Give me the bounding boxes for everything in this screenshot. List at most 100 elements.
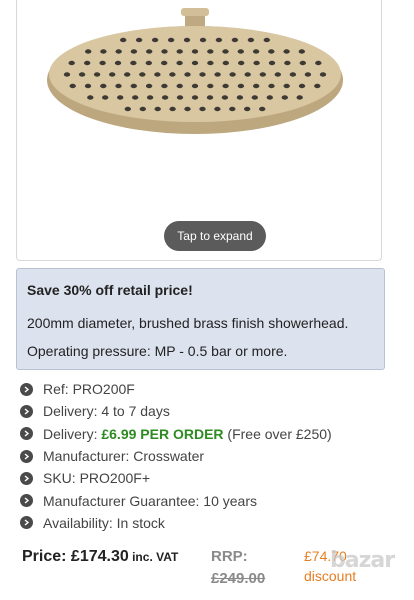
nozzle-hole — [296, 95, 303, 100]
nozzle-hole — [99, 60, 106, 66]
product-details-list: Ref: PRO200F Delivery: 4 to 7 days Deliv… — [20, 378, 332, 534]
detail-manufacturer: Manufacturer: Crosswater — [20, 445, 332, 467]
rrp-value: £249.00 — [211, 570, 266, 587]
nozzle-hole — [268, 49, 275, 54]
nozzle-hole — [252, 49, 260, 54]
nozzle-hole — [229, 72, 236, 77]
nozzle-hole — [102, 95, 109, 100]
nozzle-hole — [130, 60, 137, 66]
nozzle-hole — [207, 49, 214, 54]
nozzle-hole — [247, 37, 255, 43]
nozzle-hole — [93, 72, 101, 77]
nozzle-hole — [114, 60, 122, 66]
nozzle-hole — [145, 60, 152, 66]
promo-box: Save 30% off retail price! 200mm diamete… — [16, 268, 385, 370]
nozzle-hole — [146, 95, 154, 100]
nozzle-hole — [222, 83, 229, 89]
detail-delivery-time-text: Delivery: 4 to 7 days — [43, 403, 170, 420]
nozzle-hole — [191, 95, 199, 100]
nozzle-hole — [154, 106, 161, 112]
nozzle-hole — [244, 106, 251, 112]
detail-manufacturer-text: Manufacturer: Crosswater — [43, 448, 205, 465]
nozzle-hole — [299, 60, 306, 66]
nozzle-hole — [145, 83, 153, 89]
nozzle-hole — [304, 72, 312, 77]
nozzle-hole — [236, 95, 244, 100]
nozzle-hole — [132, 95, 139, 100]
nozzle-hole — [222, 60, 229, 66]
nozzle-hole — [222, 49, 229, 54]
nozzle-hole — [199, 106, 206, 112]
nozzle-hole — [253, 83, 260, 89]
detail-guarantee: Manufacturer Guarantee: 10 years — [20, 489, 332, 511]
nozzle-hole — [221, 95, 229, 100]
detail-ref: Ref: PRO200F — [20, 378, 332, 400]
chevron-right-circle-icon — [20, 449, 33, 463]
nozzle-hole — [268, 60, 276, 66]
nozzle-hole — [231, 37, 239, 43]
nozzle-hole — [215, 37, 223, 43]
detail-delivery-cost: Delivery: £6.99 PER ORDER (Free over £25… — [20, 423, 332, 445]
nozzle-hole — [191, 83, 199, 89]
nozzle-hole — [87, 95, 94, 100]
nozzle-hole — [199, 37, 207, 43]
nozzle-hole — [207, 60, 214, 66]
nozzle-hole — [283, 83, 290, 89]
nozzle-hole — [167, 37, 175, 43]
nozzle-hole — [176, 95, 184, 100]
nozzle-hole — [259, 106, 266, 112]
detail-guarantee-text: Manufacturer Guarantee: 10 years — [43, 492, 258, 509]
nozzle-hole — [146, 49, 153, 54]
nozzle-hole — [85, 49, 92, 54]
nozzle-hole — [120, 37, 127, 43]
nozzle-hole — [130, 49, 138, 54]
nozzle-hole — [289, 72, 297, 77]
nozzle-hole — [283, 49, 290, 54]
nozzle-hole — [139, 72, 146, 77]
nozzle-hole — [124, 106, 131, 112]
promo-description: 200mm diameter, brushed brass finish sho… — [27, 315, 349, 331]
showerhead-image — [47, 8, 343, 134]
detail-delivery-suffix: (Free over £250) — [223, 425, 332, 442]
nozzle-hole — [259, 72, 266, 77]
nozzle-hole — [253, 60, 260, 66]
nozzle-hole — [161, 95, 169, 100]
price-vat: inc. VAT — [128, 550, 179, 564]
chevron-right-circle-icon — [20, 494, 33, 508]
detail-sku: SKU: PRO200F+ — [20, 467, 332, 489]
nozzle-hole — [151, 37, 159, 43]
nozzle-hole — [78, 72, 86, 77]
nozzle-hole — [183, 37, 191, 43]
detail-ref-text: Ref: PRO200F — [43, 381, 135, 398]
nozzle-hole — [176, 60, 183, 66]
nozzle-hole — [237, 49, 244, 54]
nozzle-hole — [161, 83, 168, 89]
product-image-card[interactable]: Tap to expand — [16, 0, 382, 261]
nozzle-hole — [263, 37, 270, 43]
nozzle-hole — [84, 60, 91, 66]
watermark-logo: bazar — [330, 548, 395, 573]
nozzle-hole — [176, 49, 183, 54]
detail-delivery-time: Delivery: 4 to 7 days — [20, 400, 332, 422]
nozzle-hole — [176, 83, 183, 89]
nozzle-hole — [169, 72, 176, 77]
price-block: Price: £174.30 inc. VAT — [22, 548, 178, 566]
nozzle-hole — [206, 95, 214, 100]
price-value: £174.30 — [70, 548, 129, 565]
detail-availability: Availability: In stock — [20, 512, 332, 534]
nozzle-hole — [281, 95, 288, 100]
tap-to-expand-button[interactable]: Tap to expand — [164, 221, 266, 251]
nozzle-hole — [139, 106, 146, 112]
nozzle-hole — [244, 72, 251, 77]
nozzle-hole — [266, 95, 273, 100]
nozzle-hole — [315, 60, 322, 66]
nozzle-hole — [161, 60, 168, 66]
nozzle-hole — [314, 83, 321, 89]
nozzle-hole — [68, 60, 75, 66]
nozzle-hole — [115, 49, 122, 54]
nozzle-hole — [251, 95, 258, 100]
nozzle-hole — [268, 83, 275, 89]
nozzle-hole — [161, 49, 168, 54]
price-label: Price: — [22, 548, 71, 565]
nozzle-hole — [229, 106, 236, 112]
